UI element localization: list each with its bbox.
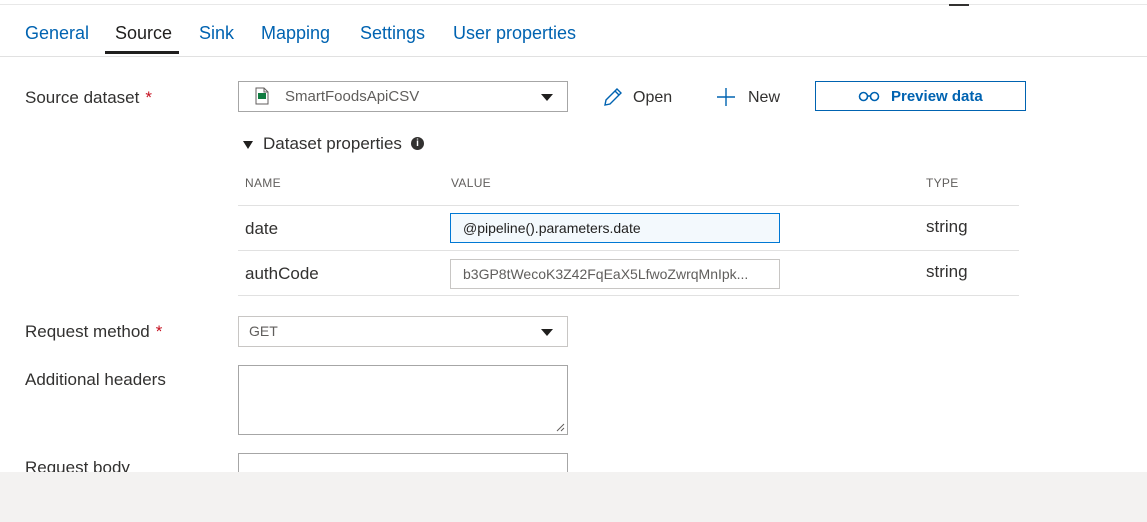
glasses-icon [858,91,880,102]
plus-icon [717,88,735,106]
chevron-down-icon [541,329,553,336]
request-method-dropdown[interactable]: GET [238,316,568,347]
additional-headers-label: Additional headers [25,370,166,389]
tab-mapping[interactable]: Mapping [261,20,330,46]
tab-source[interactable]: Source [115,20,172,46]
new-label: New [748,89,781,106]
column-header-value: VALUE [451,176,491,190]
csv-file-icon [255,87,269,105]
preview-data-label: Preview data [891,88,983,105]
bottom-panel [0,472,1147,522]
additional-headers-textarea[interactable] [238,365,568,435]
source-dataset-label: Source dataset * [25,88,152,107]
tab-user-properties[interactable]: User properties [453,20,576,46]
table-row-divider [238,205,1019,206]
collapse-triangle-icon [243,141,253,149]
tab-settings[interactable]: Settings [360,20,425,46]
dataset-properties-title: Dataset properties [263,134,402,153]
param-name-authcode: authCode [245,264,319,283]
column-header-type: TYPE [926,176,959,190]
table-row-divider [238,250,1019,251]
param-value-date-input[interactable]: @pipeline().parameters.date [450,213,780,243]
param-type-date: string [926,217,968,236]
column-header-name: NAME [245,176,281,190]
request-method-value: GET [249,323,278,339]
active-tab-indicator [105,51,179,54]
dataset-properties-toggle[interactable]: Dataset properties [243,134,402,154]
preview-data-button[interactable]: Preview data [815,81,1026,111]
param-type-authcode: string [926,262,968,281]
chevron-down-icon [541,94,553,101]
param-name-date: date [245,219,279,238]
pencil-icon [604,88,622,106]
tab-bar: General Source Sink Mapping Settings Use… [0,0,1147,57]
param-value-authcode-input[interactable]: b3GP8tWecoK3Z42FqEaX5LfwoZwrqMnIpk... [450,259,780,289]
window-minimize-mark [949,4,969,6]
source-dataset-dropdown[interactable]: SmartFoodsApiCSV [238,81,568,112]
table-row-divider [238,295,1019,296]
required-asterisk: * [155,322,163,341]
required-asterisk: * [145,88,152,107]
new-button[interactable]: New [715,87,795,109]
tab-sink[interactable]: Sink [199,20,234,46]
open-button[interactable]: Open [602,87,682,109]
resize-grip-icon[interactable] [555,422,565,432]
info-icon[interactable]: i [411,137,424,150]
source-dataset-value: SmartFoodsApiCSV [285,88,420,105]
tab-general[interactable]: General [25,20,89,46]
open-label: Open [633,89,673,106]
request-method-label: Request method * [25,322,163,341]
